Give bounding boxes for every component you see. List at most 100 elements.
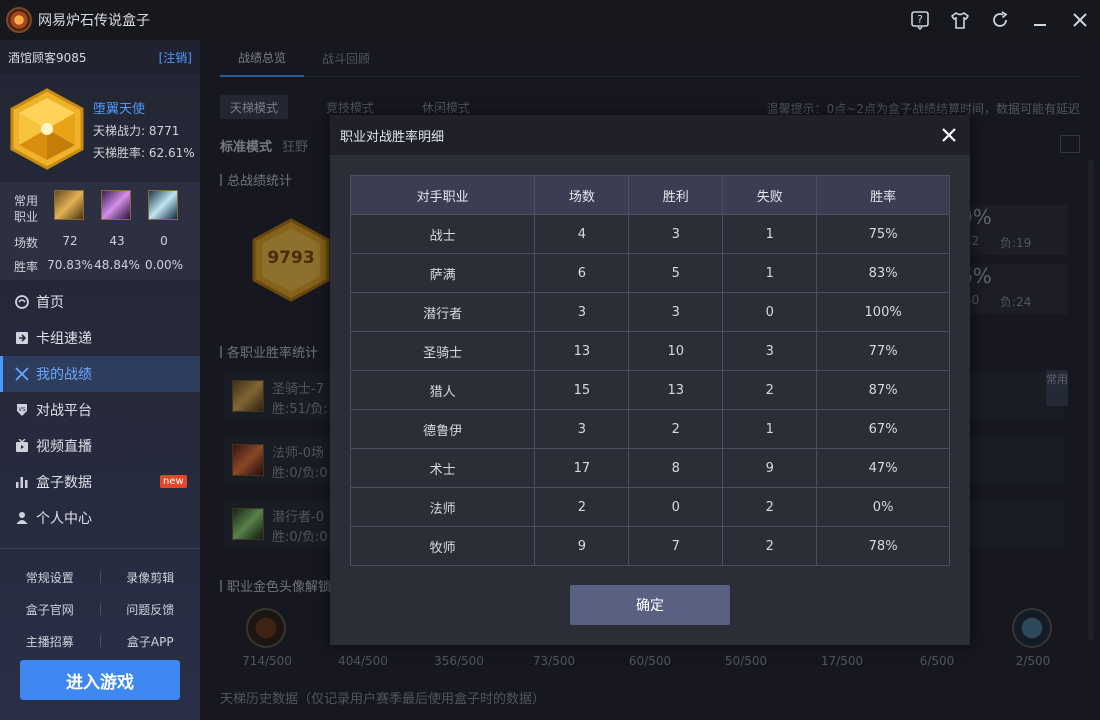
winrate-value-2: 48.84% bbox=[94, 258, 140, 272]
link-row: 盒子官网 问题反馈 bbox=[0, 593, 200, 625]
table-cell: 13 bbox=[628, 370, 724, 410]
home-icon bbox=[14, 294, 30, 310]
col-games: 场数 bbox=[534, 175, 630, 215]
priest-class-icon[interactable] bbox=[101, 190, 131, 220]
table-cell: 2 bbox=[628, 409, 724, 449]
new-badge: new bbox=[160, 475, 187, 488]
table-row: 牧师 9 7 2 78% bbox=[349, 526, 950, 566]
nav-item-profile[interactable]: 个人中心 bbox=[0, 500, 200, 536]
common-class-stats: 常用 职业 场数 72 43 0 胜率 70.83% 48.84% 0.00% bbox=[0, 182, 200, 280]
table-cell: 9 bbox=[534, 526, 630, 566]
table-cell: 1 bbox=[722, 409, 818, 449]
table-cell: 4 bbox=[534, 214, 630, 254]
user-icon bbox=[14, 510, 30, 526]
nav-item-decks[interactable]: 卡组速递 bbox=[0, 320, 200, 356]
sidebar: 酒馆顾客9085 [注销] 堕翼天使 天梯战力: 8771 天梯胜率: 62.6… bbox=[0, 40, 200, 720]
table-cell: 7 bbox=[628, 526, 724, 566]
table-cell: 83% bbox=[816, 253, 950, 293]
table-cell: 13 bbox=[534, 331, 630, 371]
skin-icon[interactable] bbox=[940, 0, 980, 40]
table-cell: 6 bbox=[534, 253, 630, 293]
col-wins: 胜利 bbox=[628, 175, 724, 215]
table-cell: 10 bbox=[628, 331, 724, 371]
dialog-title: 职业对战胜率明细 bbox=[340, 129, 445, 145]
table-row: 德鲁伊 3 2 1 67% bbox=[349, 409, 950, 449]
table-cell: 2 bbox=[722, 487, 818, 527]
chart-icon bbox=[14, 474, 30, 490]
table-cell: 潜行者 bbox=[349, 292, 536, 332]
table-cell: 圣骑士 bbox=[349, 331, 536, 371]
logout-link[interactable]: [注销] bbox=[159, 49, 192, 66]
games-value-2: 43 bbox=[109, 234, 125, 248]
nav-label: 我的战绩 bbox=[36, 367, 92, 383]
winrate-label: 胜率 bbox=[14, 260, 39, 274]
table-row: 猎人 15 13 2 87% bbox=[349, 370, 950, 410]
table-cell: 萨满 bbox=[349, 253, 536, 293]
table-row: 术士 17 8 9 47% bbox=[349, 448, 950, 488]
col-opponent-class: 对手职业 bbox=[349, 175, 536, 215]
table-cell: 67% bbox=[816, 409, 950, 449]
table-cell: 3 bbox=[534, 292, 630, 332]
video-edit-link[interactable]: 录像剪辑 bbox=[101, 569, 201, 586]
table-row: 萨满 6 5 1 83% bbox=[349, 253, 950, 293]
table-cell: 猎人 bbox=[349, 370, 536, 410]
games-value-1: 72 bbox=[62, 234, 78, 248]
refresh-icon[interactable] bbox=[980, 0, 1020, 40]
class-winrate-dialog: 职业对战胜率明细 对手职业 场数 胜利 失败 胜率 战士 4 3 1 75% 萨… bbox=[330, 115, 970, 645]
official-site-link[interactable]: 盒子官网 bbox=[0, 601, 100, 618]
confirm-button[interactable]: 确定 bbox=[570, 585, 730, 625]
winrate-value-3: 0.00% bbox=[144, 258, 184, 272]
swords-icon bbox=[14, 366, 30, 382]
winrate-table: 对手职业 场数 胜利 失败 胜率 战士 4 3 1 75% 萨满 6 5 1 8… bbox=[349, 175, 950, 566]
games-value-3: 0 bbox=[160, 234, 168, 248]
general-settings-link[interactable]: 常规设置 bbox=[0, 569, 100, 586]
table-cell: 3 bbox=[628, 214, 724, 254]
table-row: 法师 2 0 2 0% bbox=[349, 487, 950, 527]
table-cell: 2 bbox=[534, 487, 630, 527]
table-cell: 15 bbox=[534, 370, 630, 410]
minimize-icon[interactable] bbox=[1020, 0, 1060, 40]
streamer-recruit-link[interactable]: 主播招募 bbox=[0, 633, 100, 650]
rank-avatar-icon[interactable] bbox=[10, 88, 84, 170]
deck-icon bbox=[14, 330, 30, 346]
nav-label: 卡组速递 bbox=[36, 331, 92, 347]
svg-text:VS: VS bbox=[18, 407, 26, 413]
nav-item-my-record[interactable]: 我的战绩 bbox=[0, 356, 200, 392]
app-logo-icon bbox=[6, 7, 32, 33]
app-title: 网易炉石传说盒子 bbox=[38, 13, 150, 29]
nav-label: 视频直播 bbox=[36, 439, 92, 455]
help-icon[interactable]: ? bbox=[900, 0, 940, 40]
enter-game-button[interactable]: 进入游戏 bbox=[20, 660, 180, 700]
table-cell: 1 bbox=[722, 214, 818, 254]
nav-item-box-data[interactable]: 盒子数据 new bbox=[0, 464, 200, 500]
nav-item-live-video[interactable]: 视频直播 bbox=[0, 428, 200, 464]
table-cell: 0 bbox=[722, 292, 818, 332]
table-cell: 0 bbox=[628, 487, 724, 527]
username: 酒馆顾客9085 bbox=[8, 50, 87, 65]
warrior-class-icon[interactable] bbox=[148, 190, 178, 220]
table-cell: 100% bbox=[816, 292, 950, 332]
table-row: 战士 4 3 1 75% bbox=[349, 214, 950, 254]
table-cell: 77% bbox=[816, 331, 950, 371]
sidebar-links: 常规设置 录像剪辑 盒子官网 问题反馈 主播招募 盒子APP bbox=[0, 548, 200, 657]
class-label: 职业 bbox=[14, 210, 39, 224]
main-nav: 首页 卡组速递 我的战绩 VS 对战平台 视频直播 盒子数据 new 个人中心 bbox=[0, 284, 200, 536]
link-row: 常规设置 录像剪辑 bbox=[0, 561, 200, 593]
title-bar: 网易炉石传说盒子 ? bbox=[0, 0, 1100, 40]
rank-name[interactable]: 堕翼天使 bbox=[93, 98, 145, 117]
feedback-link[interactable]: 问题反馈 bbox=[101, 601, 201, 618]
close-icon[interactable] bbox=[1060, 0, 1100, 40]
col-losses: 失败 bbox=[722, 175, 818, 215]
paladin-class-icon[interactable] bbox=[54, 190, 84, 220]
box-app-link[interactable]: 盒子APP bbox=[101, 633, 201, 650]
table-cell: 2 bbox=[722, 526, 818, 566]
table-cell: 9 bbox=[722, 448, 818, 488]
close-icon[interactable] bbox=[936, 122, 962, 148]
ladder-power: 天梯战力: 8771 bbox=[93, 124, 180, 138]
nav-item-home[interactable]: 首页 bbox=[0, 284, 200, 320]
nav-item-battle-platform[interactable]: VS 对战平台 bbox=[0, 392, 200, 428]
table-cell: 75% bbox=[816, 214, 950, 254]
table-cell: 战士 bbox=[349, 214, 536, 254]
table-cell: 3 bbox=[722, 331, 818, 371]
dialog-header: 职业对战胜率明细 bbox=[330, 115, 970, 155]
